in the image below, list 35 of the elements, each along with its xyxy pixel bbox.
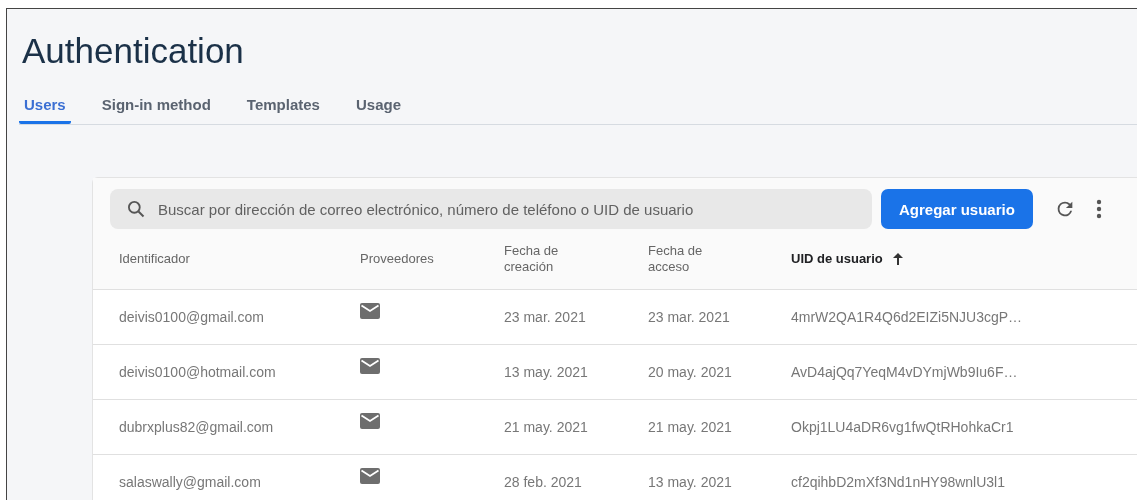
table-cell-text: 13 may. 2021: [648, 474, 733, 490]
table-cell-text: 21 may. 2021: [504, 419, 589, 435]
table-cell-text: deivis0100@hotmail.com: [119, 364, 277, 380]
mail-icon: [360, 468, 380, 484]
column-header[interactable]: Fecha de acceso: [648, 243, 791, 275]
table-cell-text: 23 mar. 2021: [504, 309, 587, 325]
table-cell-text: 20 may. 2021: [648, 364, 733, 380]
search-icon: [126, 199, 146, 219]
mail-icon: [360, 303, 380, 319]
table-cell-text: 23 mar. 2021: [648, 309, 731, 325]
add-user-button[interactable]: Agregar usuario: [881, 189, 1033, 229]
table-cell-text: 4mrW2QA1R4Q6d2EIZi5NJU3cgP…: [791, 309, 1024, 325]
mail-icon: [360, 358, 380, 374]
search-field[interactable]: Buscar por dirección de correo electrónico, número de teléfono o UID de usuario: [110, 189, 872, 229]
table-cell-text: salaswally@gmail.com: [119, 474, 262, 490]
table-cell-text: Okpj1LU4aDR6vg1fwQtRHohkaCr1: [791, 419, 1015, 435]
tab[interactable]: Usage: [350, 91, 406, 124]
column-header[interactable]: UID de usuario: [791, 251, 1137, 267]
tab[interactable]: Users: [19, 91, 71, 124]
column-header[interactable]: Fecha de creación: [504, 243, 648, 275]
table-cell-text: AvD4ajQq7YeqM4vDYmjWb9Iu6F…: [791, 364, 1019, 380]
tab[interactable]: Templates: [241, 91, 325, 124]
table-cell-text: deivis0100@gmail.com: [119, 309, 265, 325]
table-cell-text: 21 may. 2021: [648, 419, 733, 435]
column-header[interactable]: Identificador: [119, 251, 360, 267]
table-cell-text: 28 feb. 2021: [504, 474, 583, 490]
tab[interactable]: Sign-in method: [96, 91, 216, 124]
column-header[interactable]: Proveedores: [360, 251, 504, 267]
table-cell-text: dubrxplus82@gmail.com: [119, 419, 275, 435]
table-cell-text: 13 may. 2021: [504, 364, 589, 380]
more-icon[interactable]: [1095, 199, 1102, 219]
mail-icon: [360, 413, 380, 429]
table-cell-text: cf2qihbD2mXf3Nd1nHY98wnlU3l1: [791, 474, 1006, 490]
page-title: Authentication: [21, 30, 245, 71]
sort-up-icon: [892, 253, 903, 265]
